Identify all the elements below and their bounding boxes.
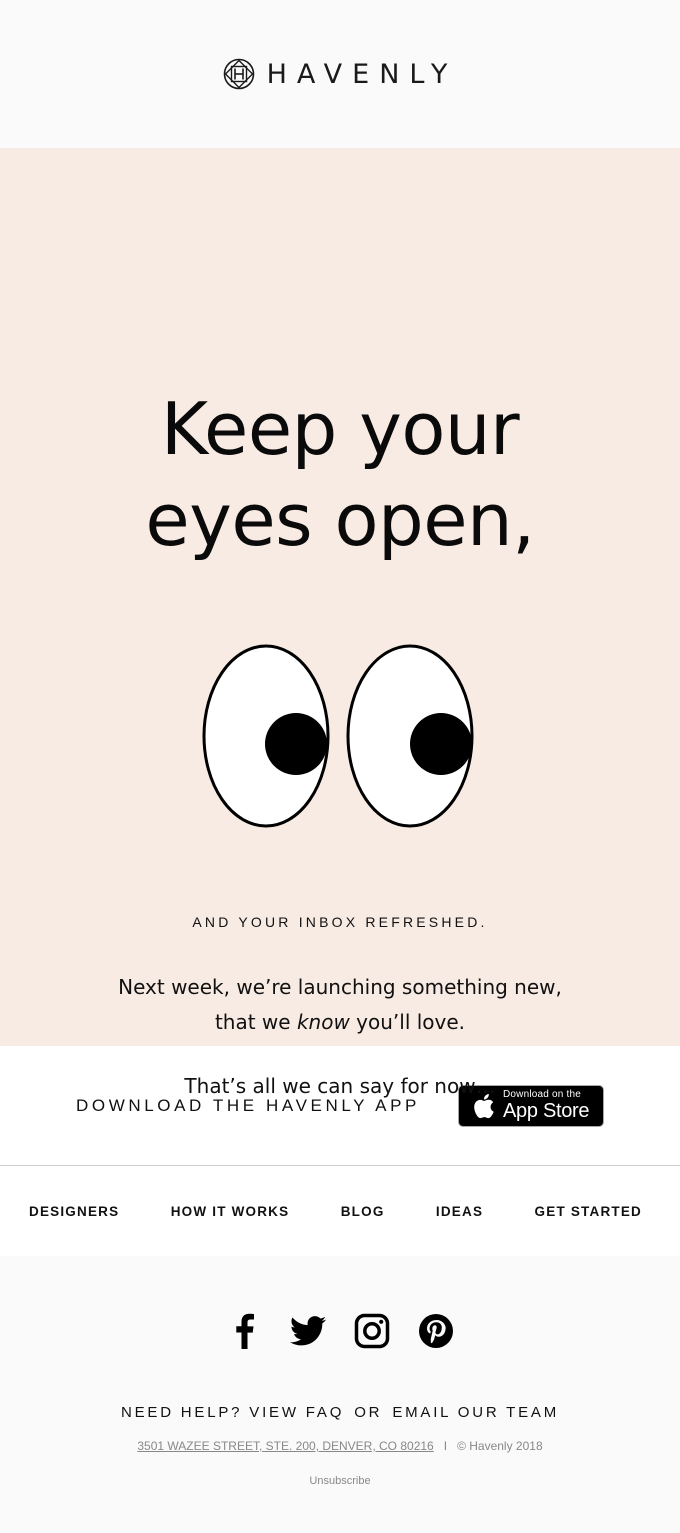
havenly-logo[interactable]: HAVENLY xyxy=(223,58,458,90)
app-store-big-text: App Store xyxy=(503,1100,590,1122)
email-footer: NEED HELP? VIEW FAQ OR EMAIL OUR TEAM 3501… xyxy=(0,1256,680,1532)
nav-ideas[interactable]: IDEAS xyxy=(436,1204,483,1219)
facebook-icon xyxy=(236,1313,254,1349)
brand-name: HAVENLY xyxy=(266,58,458,90)
address-line: 3501 WAZEE STREET, STE. 200, DENVER, CO … xyxy=(0,1439,680,1453)
teaser-text: That’s all we can say for now… xyxy=(184,1074,496,1098)
copyright-text: © Havenly 2018 xyxy=(457,1439,543,1453)
nav-designers[interactable]: DESIGNERS xyxy=(29,1204,119,1219)
twitter-link[interactable] xyxy=(290,1312,326,1350)
havenly-emblem-icon xyxy=(223,58,254,90)
unsubscribe-line: Unsubscribe xyxy=(0,1475,680,1487)
body-line-1: Next week, we’re launching something new… xyxy=(118,975,562,999)
app-download-section: DOWNLOAD THE HAVENLY APP Download on the… xyxy=(0,1046,680,1166)
pinterest-link[interactable] xyxy=(418,1312,454,1350)
headline: Keep your eyes open, xyxy=(0,384,680,566)
headline-line-2: eyes open, xyxy=(145,478,535,562)
social-links xyxy=(0,1312,680,1350)
help-line: NEED HELP? VIEW FAQ OR EMAIL OUR TEAM xyxy=(0,1404,680,1421)
googly-eyes-icon xyxy=(202,644,474,828)
right-eye xyxy=(346,644,474,828)
unsubscribe-link[interactable]: Unsubscribe xyxy=(309,1475,370,1487)
hero-section: Keep your eyes open, AND YOUR INBOX REFR… xyxy=(0,148,680,1098)
body-line-2-emphasis: know xyxy=(296,1010,350,1034)
subheading: AND YOUR INBOX REFRESHED. xyxy=(192,914,488,930)
nav-get-started[interactable]: GET STARTED xyxy=(535,1204,642,1219)
body-line-2-post: you’ll love. xyxy=(349,1010,466,1034)
body-line-2-pre: that we xyxy=(214,1010,297,1034)
headline-line-1: Keep your xyxy=(160,387,520,471)
view-faq-link[interactable]: NEED HELP? VIEW FAQ xyxy=(121,1404,344,1421)
twitter-icon xyxy=(290,1316,326,1346)
left-eye xyxy=(202,644,330,828)
help-or-text: OR xyxy=(354,1404,383,1421)
address-link[interactable]: 3501 WAZEE STREET, STE. 200, DENVER, CO … xyxy=(137,1439,433,1453)
nav-how-it-works[interactable]: HOW IT WORKS xyxy=(171,1204,290,1219)
nav-blog[interactable]: BLOG xyxy=(341,1204,385,1219)
email-header: HAVENLY xyxy=(0,0,680,148)
instagram-link[interactable] xyxy=(354,1312,390,1350)
body-copy: Next week, we’re launching something new… xyxy=(0,970,680,1040)
email-team-link[interactable]: EMAIL OUR TEAM xyxy=(392,1404,559,1421)
footer-nav: DESIGNERS HOW IT WORKS BLOG IDEAS GET ST… xyxy=(0,1166,680,1256)
app-download-label: DOWNLOAD THE HAVENLY APP xyxy=(76,1095,420,1115)
facebook-link[interactable] xyxy=(226,1312,262,1350)
pinterest-icon xyxy=(419,1314,453,1348)
address-separator: I xyxy=(443,1439,448,1453)
instagram-icon xyxy=(354,1313,390,1349)
